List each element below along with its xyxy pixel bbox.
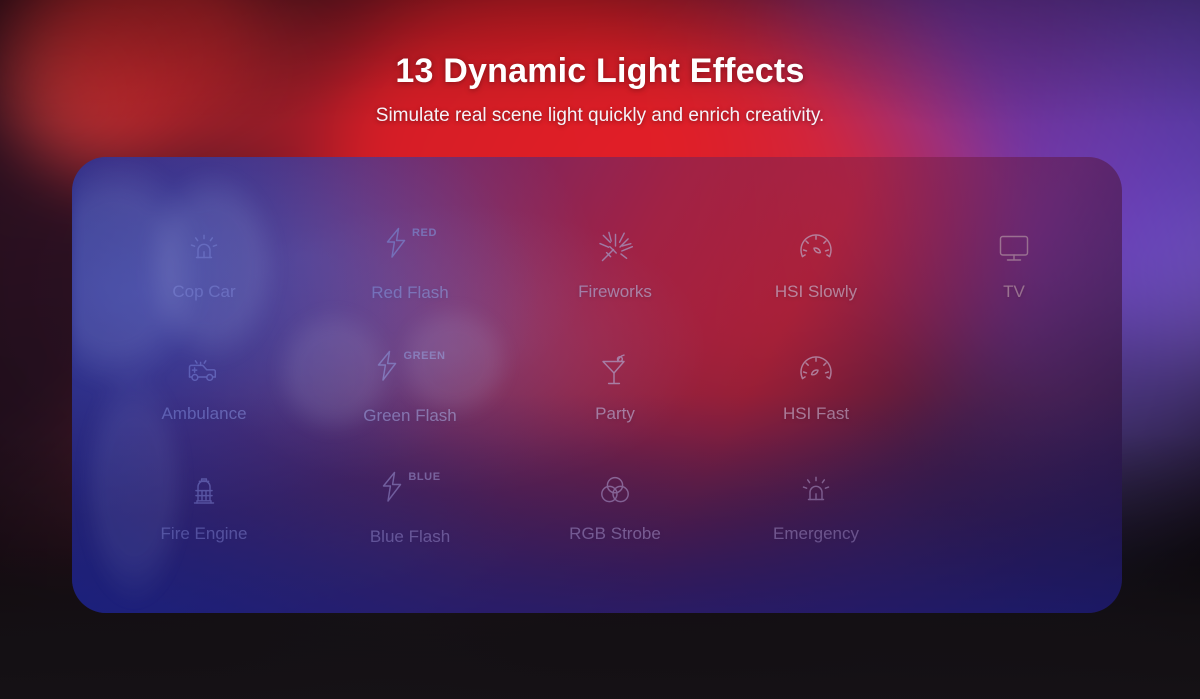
promo-banner: 13 Dynamic Light Effects Simulate real s… (0, 0, 1200, 699)
header-block: 13 Dynamic Light Effects Simulate real s… (0, 52, 1200, 127)
page-title: 13 Dynamic Light Effects (395, 52, 805, 90)
page-subtitle: Simulate real scene light quickly and en… (375, 105, 825, 126)
panel-bokeh-lights (72, 157, 1122, 613)
effects-panel (72, 157, 1122, 613)
